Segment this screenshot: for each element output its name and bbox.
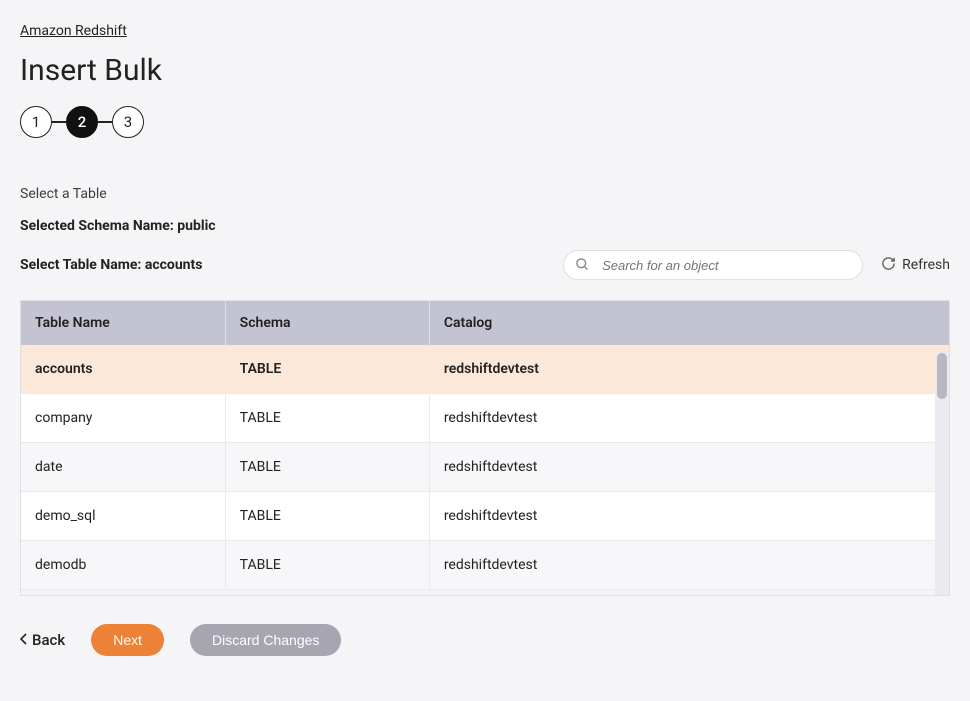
chevron-left-icon xyxy=(20,631,28,649)
step-3[interactable]: 3 xyxy=(112,106,144,138)
wizard-stepper: 1 2 3 xyxy=(20,106,950,138)
selected-schema-label: Selected Schema Name: public xyxy=(20,218,950,234)
cell-schema: TABLE xyxy=(225,541,429,590)
table-row[interactable]: accountsTABLEredshiftdevtest xyxy=(21,345,949,394)
back-button[interactable]: Back xyxy=(20,631,65,649)
cell-name: company xyxy=(21,394,225,443)
select-table-prompt: Select a Table xyxy=(20,186,950,202)
page-title: Insert Bulk xyxy=(20,53,950,88)
cell-name: demo_sql xyxy=(21,492,225,541)
cell-catalog: redshiftdevtest xyxy=(429,541,949,590)
search-icon xyxy=(575,257,590,276)
scrollbar-track[interactable] xyxy=(935,351,949,595)
refresh-label: Refresh xyxy=(902,257,950,273)
step-2[interactable]: 2 xyxy=(66,106,98,138)
col-header-schema[interactable]: Schema xyxy=(225,301,429,345)
refresh-icon xyxy=(881,256,896,275)
col-header-catalog[interactable]: Catalog xyxy=(429,301,949,345)
back-label: Back xyxy=(32,631,65,649)
cell-catalog: redshiftdevtest xyxy=(429,394,949,443)
search-wrap xyxy=(563,250,863,280)
step-connector xyxy=(52,121,66,123)
cell-catalog: redshiftdevtest xyxy=(429,345,949,394)
step-1[interactable]: 1 xyxy=(20,106,52,138)
scrollbar-thumb[interactable] xyxy=(937,353,947,399)
cell-name: accounts xyxy=(21,345,225,394)
table-container: Table Name Schema Catalog accountsTABLEr… xyxy=(20,300,950,596)
table-row[interactable]: companyTABLEredshiftdevtest xyxy=(21,394,949,443)
table-header-row: Table Name Schema Catalog xyxy=(21,301,949,345)
table-row[interactable]: demo_sqlTABLEredshiftdevtest xyxy=(21,492,949,541)
table-row[interactable]: dateTABLEredshiftdevtest xyxy=(21,443,949,492)
cell-name: date xyxy=(21,443,225,492)
breadcrumb-link[interactable]: Amazon Redshift xyxy=(20,23,127,39)
cell-schema: TABLE xyxy=(225,443,429,492)
table-row[interactable]: demodbTABLEredshiftdevtest xyxy=(21,541,949,590)
cell-name: demodb xyxy=(21,541,225,590)
discard-button[interactable]: Discard Changes xyxy=(190,624,341,656)
footer-actions: Back Next Discard Changes xyxy=(20,624,950,656)
tables-list: Table Name Schema Catalog accountsTABLEr… xyxy=(21,301,949,590)
cell-catalog: redshiftdevtest xyxy=(429,492,949,541)
refresh-button[interactable]: Refresh xyxy=(881,256,950,275)
col-header-name[interactable]: Table Name xyxy=(21,301,225,345)
search-input[interactable] xyxy=(563,250,863,280)
selected-table-label: Select Table Name: accounts xyxy=(20,257,202,273)
cell-schema: TABLE xyxy=(225,345,429,394)
step-connector xyxy=(98,121,112,123)
cell-schema: TABLE xyxy=(225,394,429,443)
next-button[interactable]: Next xyxy=(91,624,164,656)
cell-catalog: redshiftdevtest xyxy=(429,443,949,492)
cell-schema: TABLE xyxy=(225,492,429,541)
